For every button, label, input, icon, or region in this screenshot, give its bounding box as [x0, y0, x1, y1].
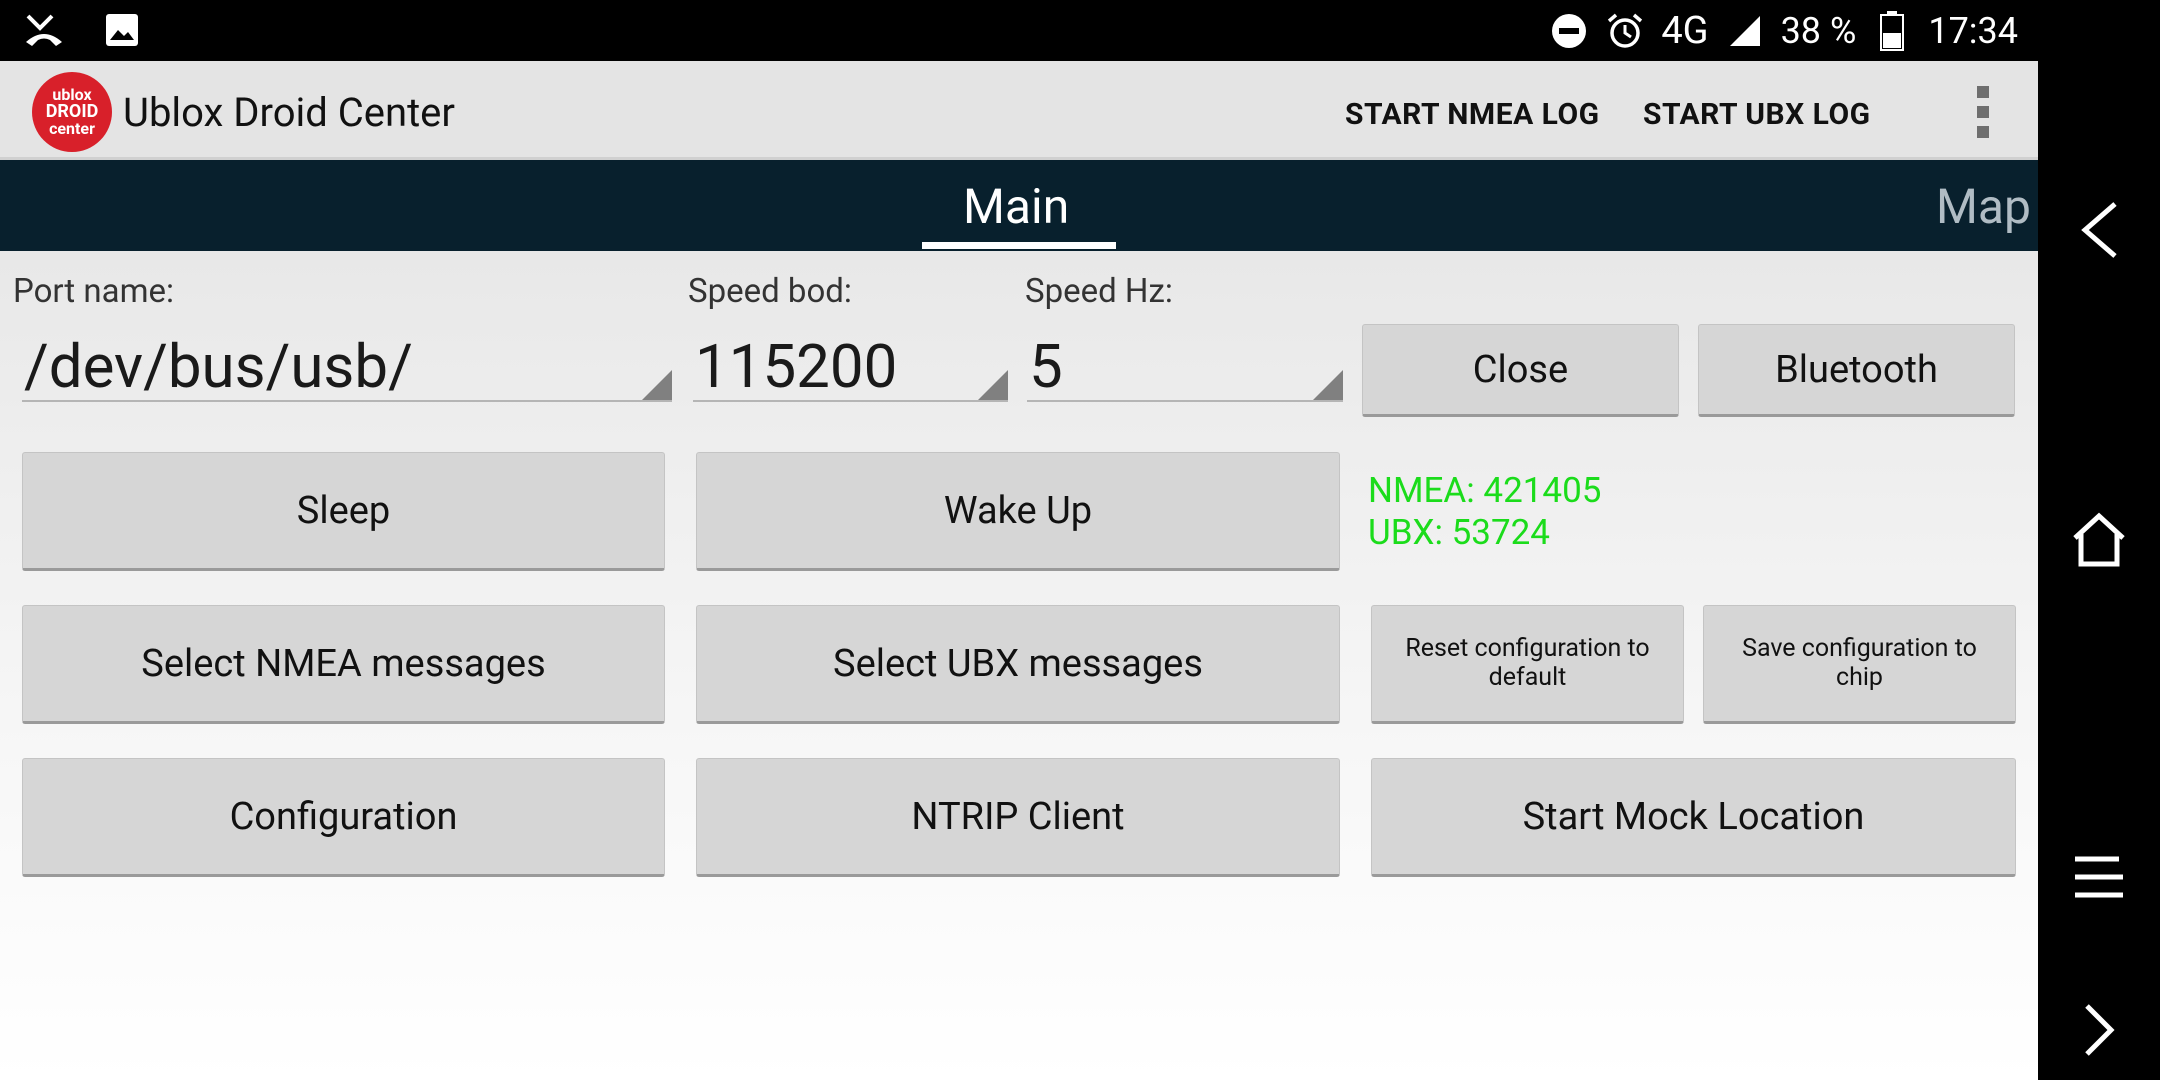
dropdown-arrow-icon: [642, 370, 672, 400]
speed-bod-spinner[interactable]: 115200: [693, 317, 1008, 402]
recent-apps-icon[interactable]: [2038, 837, 2160, 917]
dropdown-arrow-icon: [978, 370, 1008, 400]
home-icon[interactable]: [2038, 500, 2160, 580]
do-not-disturb-icon: [1549, 11, 1589, 51]
image-icon: [102, 10, 142, 50]
speed-hz-label: Speed Hz:: [1025, 272, 1173, 311]
ubx-counter: UBX: 53724: [1368, 512, 1550, 553]
alarm-icon: [1605, 11, 1645, 51]
ntrip-client-button[interactable]: NTRIP Client: [696, 758, 1340, 877]
app-logo: ublox DROID center: [32, 72, 112, 152]
clock: 17:34: [1928, 9, 2018, 52]
forward-icon[interactable]: [2038, 990, 2160, 1070]
sleep-button[interactable]: Sleep: [22, 452, 665, 571]
tab-bar: Main Map: [0, 160, 2038, 251]
dropdown-arrow-icon: [1313, 370, 1343, 400]
status-bar: 4G 38 % 17:34: [0, 0, 2038, 61]
app-bar: ublox DROID center Ublox Droid Center ST…: [0, 61, 2038, 160]
select-nmea-messages-button[interactable]: Select NMEA messages: [22, 605, 665, 724]
bluetooth-button[interactable]: Bluetooth: [1698, 324, 2015, 417]
speed-hz-value: 5: [1029, 331, 1063, 402]
main-content: Port name: Speed bod: Speed Hz: /dev/bus…: [0, 251, 2038, 1080]
speed-hz-spinner[interactable]: 5: [1027, 317, 1343, 402]
navigation-bar: [2038, 0, 2160, 1080]
close-button[interactable]: Close: [1362, 324, 1679, 417]
tab-map[interactable]: Map: [1936, 178, 2031, 235]
tab-indicator: [922, 242, 1116, 249]
network-type: 4G: [1661, 8, 1709, 53]
missed-call-icon: [24, 10, 64, 50]
signal-icon: [1725, 11, 1765, 51]
start-nmea-log-button[interactable]: START NMEA LOG: [1345, 97, 1600, 132]
start-ubx-log-button[interactable]: START UBX LOG: [1643, 97, 1871, 132]
wake-up-button[interactable]: Wake Up: [696, 452, 1340, 571]
port-name-spinner[interactable]: /dev/bus/usb/: [22, 317, 672, 402]
battery-icon: [1872, 10, 1912, 51]
app-title: Ublox Droid Center: [123, 89, 455, 136]
configuration-button[interactable]: Configuration: [22, 758, 665, 877]
port-name-label: Port name:: [13, 272, 175, 311]
select-ubx-messages-button[interactable]: Select UBX messages: [696, 605, 1340, 724]
battery-percent: 38 %: [1780, 9, 1857, 52]
save-configuration-button[interactable]: Save configuration to chip: [1703, 605, 2016, 724]
reset-configuration-button[interactable]: Reset configuration to default: [1371, 605, 1684, 724]
speed-bod-value: 115200: [695, 331, 898, 402]
speed-bod-label: Speed bod:: [688, 272, 852, 311]
nmea-counter: NMEA: 421405: [1368, 470, 1602, 511]
tab-main[interactable]: Main: [963, 178, 1069, 235]
back-icon[interactable]: [2038, 190, 2160, 270]
start-mock-location-button[interactable]: Start Mock Location: [1371, 758, 2016, 877]
port-name-value: /dev/bus/usb/: [24, 331, 413, 402]
overflow-menu-icon[interactable]: [1955, 84, 2011, 140]
